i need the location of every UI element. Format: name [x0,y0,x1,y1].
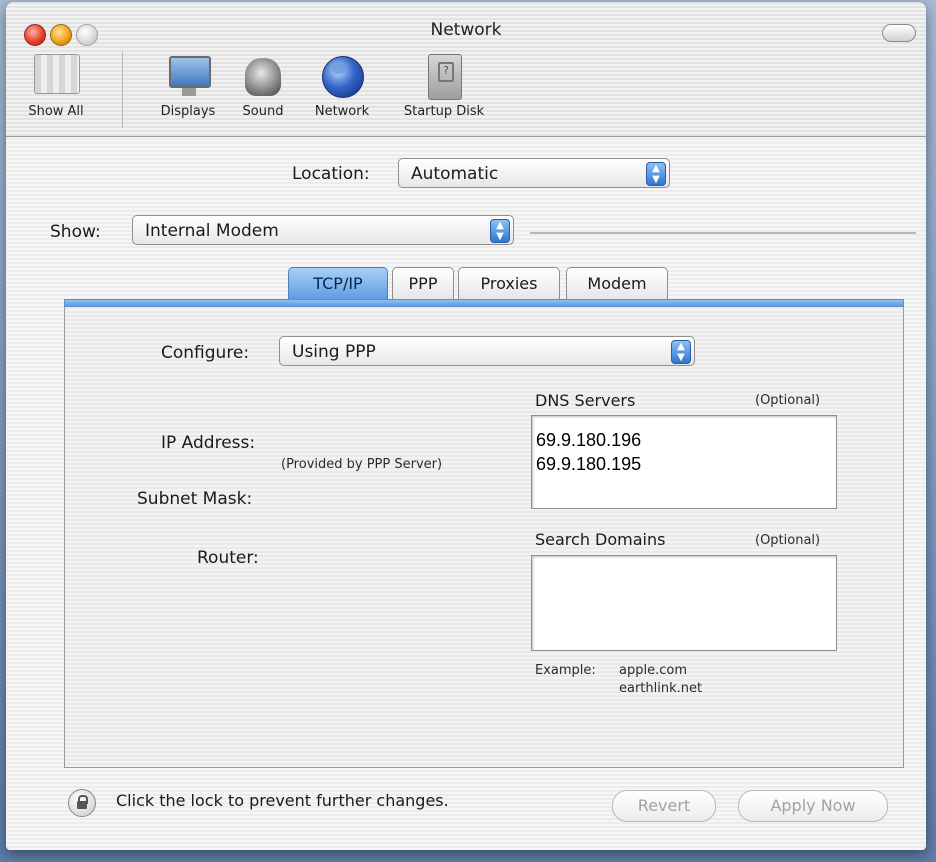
toolbar-label: Show All [28,104,84,119]
dns-servers-field[interactable]: 69.9.180.196 69.9.180.195 [531,415,837,509]
apply-now-button[interactable]: Apply Now [738,790,888,822]
dns-optional-label: (Optional) [755,393,821,408]
ip-address-label: IP Address: [161,433,256,453]
toolbar-label: Network [314,104,370,119]
toolbar-sound[interactable]: Sound [230,54,296,119]
tab-tcpip[interactable]: TCP/IP [288,267,388,300]
provided-by-ppp-note: (Provided by PPP Server) [281,457,443,472]
location-popup[interactable]: Automatic ▲ ▼ [398,158,670,188]
lock-button[interactable] [68,789,96,817]
configure-popup[interactable]: Using PPP ▲ ▼ [279,336,695,366]
example-value: apple.com [619,663,687,678]
network-preferences-window: Network Show All Displays Sound Network … [6,2,926,850]
sound-icon [241,54,285,98]
revert-button[interactable]: Revert [612,790,716,822]
tab-modem[interactable]: Modem [566,267,668,300]
show-label: Show: [50,222,101,242]
toolbar-divider [122,52,123,128]
configure-value: Using PPP [292,342,376,362]
search-domains-label: Search Domains [535,530,666,549]
tab-ppp[interactable]: PPP [392,267,454,300]
toolbar-toggle-button[interactable] [882,24,916,42]
tab-panel-header [64,299,904,307]
location-label: Location: [292,164,370,184]
startup-disk-icon: ? [422,54,466,100]
toolbar-show-all[interactable]: Show All [12,54,100,119]
displays-icon [166,54,211,98]
popup-arrows-icon: ▲ ▼ [490,219,510,243]
show-all-icon [34,54,80,98]
example-value: earthlink.net [619,681,703,696]
router-label: Router: [197,548,259,568]
example-label: Example: [535,663,596,678]
dns-servers-label: DNS Servers [535,391,636,410]
window-title: Network [430,20,502,40]
toolbar-displays[interactable]: Displays [148,54,228,119]
dns-server-entry: 69.9.180.195 [536,454,642,474]
show-value: Internal Modem [145,221,279,241]
toolbar-label: Displays [160,104,216,119]
show-separator-line [530,232,916,234]
search-optional-label: (Optional) [755,533,821,548]
popup-arrows-icon: ▲ ▼ [671,340,691,364]
network-globe-icon [320,54,364,98]
dns-server-entry: 69.9.180.196 [536,430,642,450]
toolbar-label: Startup Disk [403,104,485,119]
configure-label: Configure: [161,343,250,363]
toolbar-startup-disk[interactable]: ? Startup Disk [390,54,498,119]
tcpip-panel: Configure: Using PPP ▲ ▼ IP Address: (Pro… [64,307,904,768]
show-popup[interactable]: Internal Modem ▲ ▼ [132,215,514,245]
subnet-mask-label: Subnet Mask: [137,489,253,509]
location-value: Automatic [411,164,499,184]
toolbar-network[interactable]: Network [302,54,382,119]
title-toolbar-area: Network Show All Displays Sound Network … [6,2,926,137]
search-domains-field[interactable] [531,555,837,651]
tab-proxies[interactable]: Proxies [458,267,560,300]
toolbar-label: Sound [242,104,284,119]
lock-status-text: Click the lock to prevent further change… [116,791,449,810]
popup-arrows-icon: ▲ ▼ [646,162,666,186]
